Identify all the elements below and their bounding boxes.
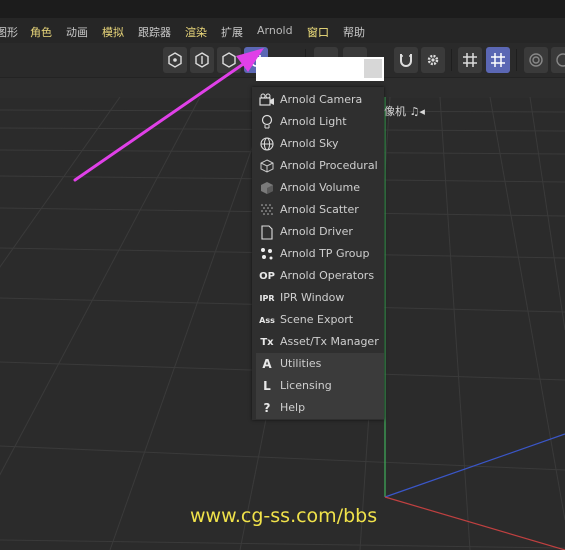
edge-mode-button[interactable] [190, 47, 214, 73]
utilities-icon: A [262, 357, 272, 371]
menu-item-arnold-tp-group[interactable]: Arnold TP Group [256, 243, 384, 265]
menu-item-arnold-light[interactable]: Arnold Light [256, 111, 384, 133]
arnold-dropdown-menu: Arnold Camera Arnold Light Arnold Sky Ar… [252, 87, 384, 420]
menu-item-arnold-sky[interactable]: Arnold Sky [256, 133, 384, 155]
dropdown-field[interactable] [256, 57, 384, 81]
help-icon: ? [263, 401, 271, 415]
menu-item-label: Help [280, 401, 306, 414]
gear-icon [427, 54, 439, 66]
menu-simulate[interactable]: 模拟 [102, 24, 124, 40]
menu-arnold[interactable]: Arnold [257, 24, 293, 37]
licensing-icon: L [263, 379, 271, 393]
menu-item-licensing[interactable]: L Licensing [256, 375, 384, 397]
ass-icon: Ass [259, 315, 275, 325]
globe-icon [258, 135, 276, 153]
grid-icon [463, 53, 477, 67]
tx-icon: Tx [260, 336, 274, 348]
menu-character[interactable]: 角色 [30, 24, 52, 40]
menu-extensions[interactable]: 扩展 [221, 24, 243, 40]
target-icon [556, 53, 565, 67]
camera-label: 像机 ♫◂ [384, 105, 425, 118]
scatter-icon [258, 201, 276, 219]
menu-item-arnold-operators[interactable]: OP Arnold Operators [256, 265, 384, 287]
menu-item-asset-tx-manager[interactable]: Tx Asset/Tx Manager [256, 331, 384, 353]
menu-item-label: Arnold Scatter [280, 203, 359, 216]
menu-help[interactable]: 帮助 [343, 24, 365, 40]
menu-item-label: Arnold Driver [280, 225, 353, 238]
menu-item-label: Scene Export [280, 313, 354, 326]
menu-item-label: Utilities [280, 357, 322, 370]
document-icon [258, 223, 276, 241]
menu-window[interactable]: 窗口 [307, 24, 329, 40]
hexagon-edge-icon [195, 52, 209, 68]
render-region-button[interactable] [524, 47, 548, 73]
menu-item-arnold-driver[interactable]: Arnold Driver [256, 221, 384, 243]
menu-item-arnold-camera[interactable]: Arnold Camera [256, 89, 384, 111]
toolbar-separator [451, 49, 452, 71]
menu-item-help[interactable]: ? Help [256, 397, 384, 419]
menu-mograph[interactable]: 图形 [0, 24, 18, 40]
menu-item-label: Arnold Operators [280, 269, 375, 282]
z-axis-line [384, 433, 565, 498]
volume-cube-icon [258, 179, 276, 197]
lightbulb-icon [258, 113, 276, 131]
ipr-icon: IPR [259, 293, 275, 303]
menu-item-label: Arnold Sky [280, 137, 339, 150]
title-strip [0, 0, 565, 18]
hexagon-point-icon [168, 52, 182, 68]
watermark-text: www.cg-ss.com/bbs [190, 505, 378, 527]
workplane-button[interactable] [486, 47, 510, 73]
menu-item-label: Arnold Camera [280, 93, 363, 106]
toolbar-separator [516, 49, 517, 71]
target-icon [529, 53, 543, 67]
menu-item-arnold-volume[interactable]: Arnold Volume [256, 177, 384, 199]
x-axis-line [384, 496, 565, 550]
workplane-icon [491, 53, 505, 67]
menu-item-arnold-procedural[interactable]: Arnold Procedural [256, 155, 384, 177]
polygon-mode-button[interactable] [217, 47, 241, 73]
menu-item-label: Arnold Light [280, 115, 347, 128]
magnet-icon [400, 54, 412, 67]
menu-item-label: Arnold Volume [280, 181, 361, 194]
cube-outline-icon [258, 157, 276, 175]
menu-item-utilities[interactable]: A Utilities [256, 353, 384, 375]
camera-icon [258, 91, 276, 109]
magnet-button[interactable] [394, 47, 418, 73]
menu-item-label: Asset/Tx Manager [280, 335, 379, 348]
menu-render[interactable]: 渲染 [185, 24, 207, 40]
dropdown-scroll-button[interactable] [364, 59, 382, 78]
main-menubar: 图形 角色 动画 模拟 跟踪器 渲染 扩展 Arnold 窗口 帮助 [0, 18, 565, 43]
menu-item-scene-export[interactable]: Ass Scene Export [256, 309, 384, 331]
render-view-button[interactable] [551, 47, 565, 73]
menu-item-arnold-scatter[interactable]: Arnold Scatter [256, 199, 384, 221]
menu-item-label: Arnold TP Group [280, 247, 370, 260]
op-icon: OP [259, 270, 275, 282]
hexagon-face-icon [222, 52, 236, 68]
menu-tracker[interactable]: 跟踪器 [138, 24, 171, 40]
grid-snap-button[interactable] [458, 47, 482, 73]
tp-group-icon [258, 245, 276, 263]
menu-animate[interactable]: 动画 [66, 24, 88, 40]
object-mode-button[interactable] [163, 47, 187, 73]
menu-item-ipr-window[interactable]: IPR IPR Window [256, 287, 384, 309]
menu-item-label: Licensing [280, 379, 332, 392]
menu-item-label: IPR Window [280, 291, 345, 304]
settings-button[interactable] [421, 47, 445, 73]
menu-item-label: Arnold Procedural [280, 159, 378, 172]
